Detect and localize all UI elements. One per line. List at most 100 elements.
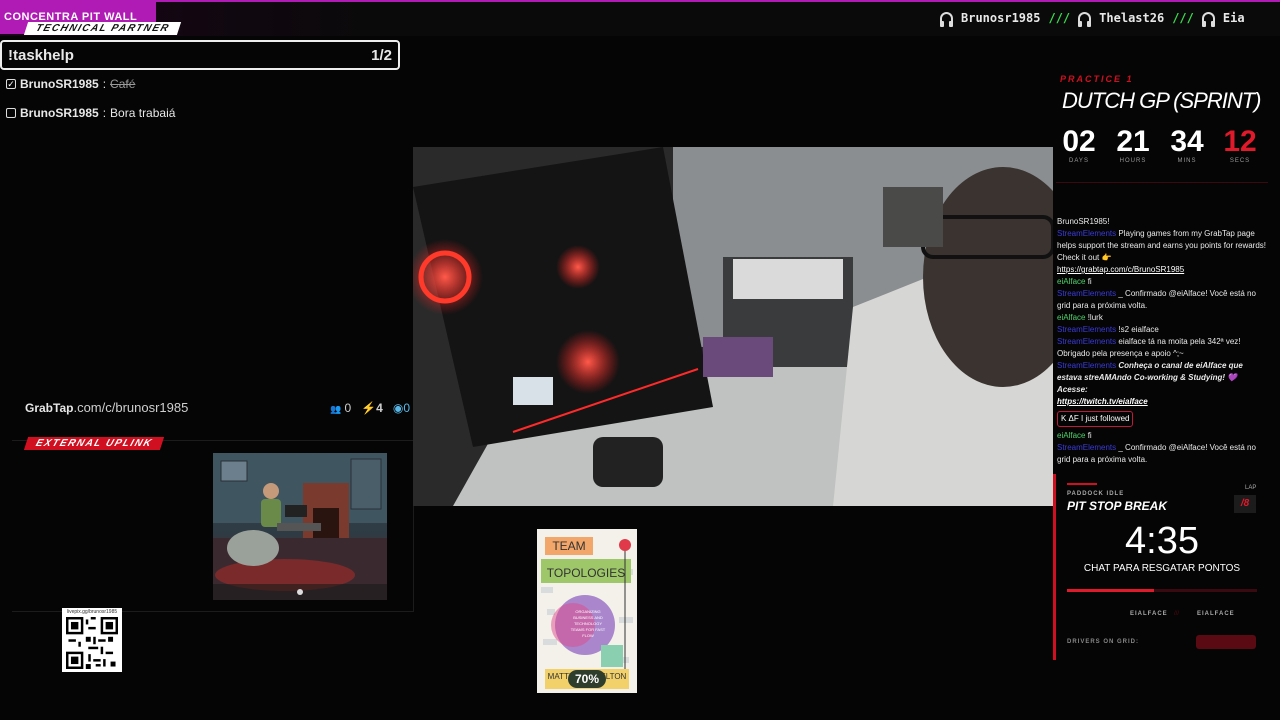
pit-timer: 4:35 (1125, 520, 1199, 562)
lap-label: LAP (1245, 485, 1257, 491)
qr-url: livepix.gg/brunosr1985 (66, 609, 118, 615)
chat-message: StreamElements Playing games from my Gra… (1057, 228, 1267, 264)
uplink-video (213, 453, 387, 600)
countdown-days: 02 DAYS (1057, 125, 1101, 165)
task-header: !taskhelp 1/2 (0, 40, 400, 70)
ticker-name: Eia (1222, 11, 1245, 25)
drivers-pill (1196, 635, 1256, 649)
chat-message: StreamElements _ Confirmado @eiAlface! V… (1057, 288, 1267, 312)
chat-user: StreamElements (1057, 337, 1117, 346)
chat-text: !lurk (1087, 313, 1103, 322)
paddock-label: PADDOCK IDLE (1067, 491, 1125, 497)
qr-code-icon (66, 617, 118, 669)
task-command: !taskhelp (8, 46, 74, 64)
chat-message: K ΔF I just followed (1057, 408, 1267, 430)
grabtap-link[interactable]: GrabTap.com/c/brunosr1985 (25, 400, 188, 415)
chat-message: https://twitch.tv/eialface (1057, 396, 1267, 408)
chat-message: StreamElements Conheça o canal de eiAlfa… (1057, 360, 1267, 396)
task-page: 1/2 (371, 46, 392, 64)
task-text: Bora trabaiá (110, 106, 176, 120)
bolt-count: 4 (376, 400, 383, 415)
countdown-unit: DAYS (1069, 158, 1089, 164)
countdown-value: 12 (1223, 125, 1257, 158)
driver-name: EIALFACE (1130, 611, 1168, 617)
users-stat: 👥 0 (330, 401, 351, 415)
chat-text: fi (1087, 431, 1092, 440)
lap-value: /8 (1234, 495, 1256, 513)
chat-text: BrunoSR1985! (1057, 217, 1110, 226)
points-icon: ◉ (392, 400, 404, 415)
book-cover: TEAM TOPOLOGIES ORGANIZING BUSINESS AND … (537, 529, 637, 693)
book-title-2: TOPOLOGIES (546, 566, 626, 580)
chat-message: eiAlface !lurk (1057, 312, 1267, 324)
chat-text: fi (1087, 277, 1092, 286)
drivers-label: DRIVERS ON GRID: (1067, 639, 1140, 645)
headphones-icon (940, 12, 953, 27)
ticker-separator: /// (1172, 11, 1194, 25)
countdown-value: 02 (1062, 125, 1096, 158)
countdown-unit: MINS (1177, 158, 1197, 164)
countdown-value: 21 (1116, 125, 1150, 158)
book-subtitle: ORGANIZING BUSINESS AND TECHNOLOGY TEAMS… (570, 609, 606, 638)
task-user: BrunoSR1985 (20, 106, 99, 120)
chat-user: eiAlface (1057, 431, 1086, 440)
livepix-qr[interactable]: livepix.gg/brunosr1985 (62, 608, 122, 672)
accent-bar (1067, 483, 1097, 485)
pit-progress-bar (1067, 589, 1257, 592)
book-progress-badge: 70% (568, 670, 606, 688)
grabtap-stats: 👥 0 ⚡4 ◉0 (330, 401, 410, 415)
countdown-mins: 34 MINS (1165, 125, 1209, 165)
users-count: 0 (344, 400, 352, 415)
chat-message: eiAlface fi (1057, 430, 1267, 442)
bolt-icon: ⚡ (361, 400, 377, 415)
pit-subtitle: CHAT PARA RESGATAR PONTOS (1083, 563, 1241, 574)
chat-user: StreamElements (1057, 289, 1117, 298)
vs-marker: /// (1174, 611, 1180, 617)
grabtap-url: .com/c/brunosr1985 (73, 400, 189, 415)
chat-message: eiAlface fi (1057, 276, 1267, 288)
chat-user: StreamElements (1057, 361, 1117, 370)
bolt-stat: ⚡4 (361, 401, 383, 415)
ticker-separator: /// (1048, 11, 1071, 25)
grabtap-row: GrabTap.com/c/brunosr1985 👥 0 ⚡4 ◉0 (25, 400, 410, 415)
checkbox-checked[interactable]: ✓ (6, 79, 16, 89)
technical-partner-label: TECHNICAL PARTNER (23, 22, 182, 35)
countdown-unit: HOURS (1119, 158, 1147, 164)
chat-link[interactable]: https://twitch.tv/eialface (1057, 397, 1148, 406)
divider (1056, 182, 1268, 183)
checkbox-unchecked[interactable] (6, 108, 16, 118)
chat-user: StreamElements (1057, 229, 1117, 238)
chat-message: StreamElements eialface tá na moita pela… (1057, 336, 1267, 360)
chat-user: eiAlface (1057, 313, 1086, 322)
points-stat: ◉0 (393, 401, 410, 415)
countdown-hours: 21 HOURS (1111, 125, 1155, 165)
chat-user: eiAlface (1057, 277, 1086, 286)
follow-alert: K ΔF I just followed (1057, 411, 1134, 427)
countdown-value: 34 (1170, 125, 1204, 158)
chat-message: BrunoSR1985! (1057, 216, 1267, 228)
pit-title: PIT STOP BREAK (1067, 499, 1168, 513)
chat-message: StreamElements _ Confirmado @eiAlface! V… (1057, 442, 1267, 466)
chat-user: StreamElements (1057, 443, 1117, 452)
chat-feed: BrunoSR1985! StreamElements Playing game… (1057, 216, 1267, 466)
chat-link[interactable]: https://grabtap.com/c/BrunoSR1985 (1057, 265, 1184, 274)
driver-name: EIALFACE (1197, 611, 1235, 617)
countdown-unit: SECS (1229, 158, 1251, 164)
ticker-name: Brunosr1985 (961, 11, 1041, 25)
session-label: PRACTICE 1 (1060, 74, 1134, 84)
task-item[interactable]: ✓ BrunoSR1985: Café (6, 77, 135, 91)
pit-progress-fill (1067, 589, 1155, 592)
countdown-secs: 12 SECS (1218, 125, 1262, 165)
ticker-name: Thelast26 (1099, 11, 1165, 25)
lofi-scene-illustration (213, 453, 387, 600)
task-item[interactable]: BrunoSR1985: Bora trabaiá (6, 106, 175, 120)
users-icon: 👥 (329, 403, 342, 414)
points-count: 0 (403, 400, 410, 415)
task-user: BrunoSR1985 (20, 77, 99, 91)
webcam-feed (413, 147, 1053, 506)
chat-message: https://grabtap.com/c/BrunoSR1985 (1057, 264, 1267, 276)
chat-text: !s2 eialface (1118, 325, 1159, 334)
external-uplink-label: EXTERNAL UPLINK (23, 437, 165, 450)
task-sep: : (102, 77, 107, 91)
chat-message: StreamElements !s2 eialface (1057, 324, 1267, 336)
